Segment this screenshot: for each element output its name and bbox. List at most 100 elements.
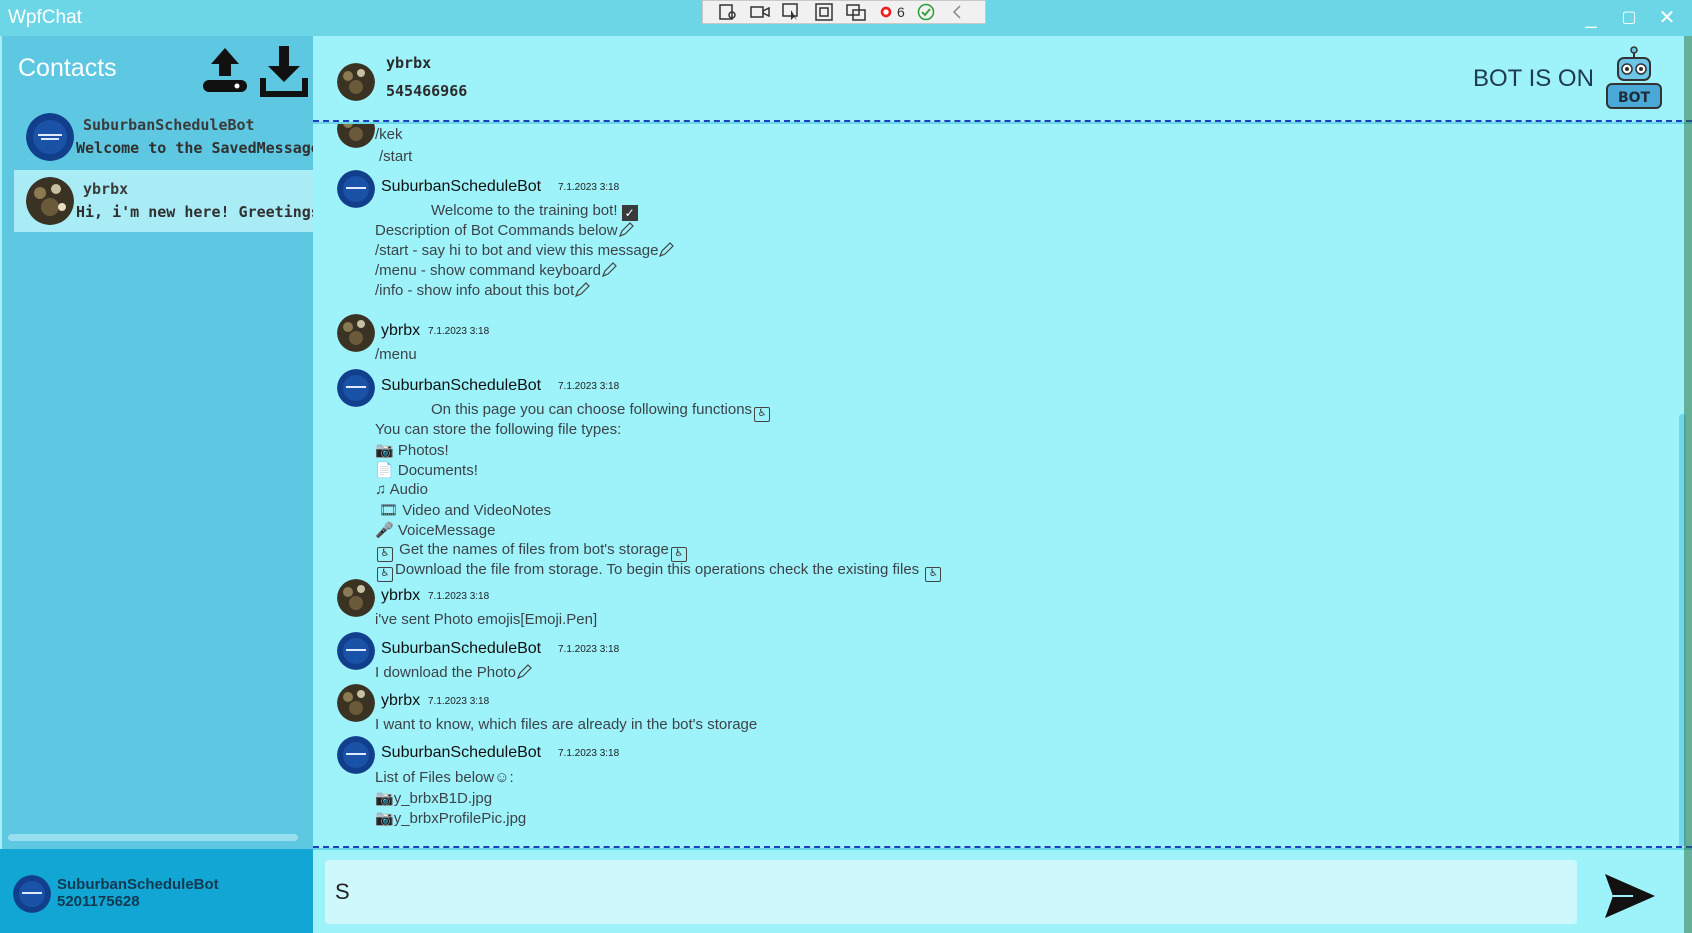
- bot-avatar: [337, 632, 375, 670]
- download-button[interactable]: [258, 42, 310, 98]
- chat-header: ybrbx 545466966 BOT IS ON BOT: [313, 36, 1692, 122]
- music-icon: ♫: [375, 481, 387, 498]
- app-title: WpfChat: [8, 7, 82, 28]
- message-input[interactable]: [325, 860, 1577, 924]
- pencil-icon: [516, 664, 532, 680]
- message-line: List of Files below☺:: [375, 769, 514, 786]
- contact-last-message: Welcome to the SavedMessage: [76, 139, 314, 157]
- pencil-icon: [601, 262, 617, 278]
- robot-icon: BOT: [1606, 46, 1662, 109]
- upload-button[interactable]: [199, 42, 251, 98]
- message-time: 7.1.2023 3:18: [558, 381, 620, 392]
- contact-item-suburbanschedulebot[interactable]: SuburbanScheduleBot Welcome to the Saved…: [14, 106, 314, 168]
- user-avatar: [26, 177, 74, 225]
- account-id: 5201175628: [57, 893, 140, 910]
- bot-avatar: [337, 736, 375, 774]
- contact-name: SuburbanScheduleBot: [83, 116, 255, 134]
- message-line: Welcome to the training bot! ✓: [431, 202, 638, 221]
- account-avatar: [13, 875, 51, 913]
- function-icon: ♿: [754, 407, 771, 422]
- bot-avatar: [337, 369, 375, 407]
- message-line: 📷y_brbxProfilePic.jpg: [375, 810, 527, 827]
- close-button[interactable]: ✕: [1652, 4, 1682, 32]
- sidebar-scrollbar[interactable]: [8, 834, 298, 841]
- message-time: 7.1.2023 3:18: [558, 644, 620, 655]
- upload-icon: [203, 48, 247, 92]
- debug-toolbar: 6: [702, 0, 986, 24]
- pencil-icon: [658, 242, 675, 258]
- message-line: On this page you can choose following fu…: [431, 401, 772, 422]
- message-line: /info - show info about this bot: [375, 282, 591, 299]
- bot-avatar: [26, 113, 74, 161]
- message-time: 7.1.2023 3:18: [428, 696, 490, 707]
- pencil-icon: [574, 282, 591, 298]
- bot-toggle-button[interactable]: BOT: [1601, 46, 1667, 112]
- input-bar: [313, 850, 1692, 933]
- binding-errors-icon: [880, 6, 892, 18]
- message-line: /menu: [375, 346, 417, 363]
- message-line: i've sent Photo emojis[Emoji.Pen]: [375, 611, 598, 628]
- user-avatar: [337, 684, 375, 722]
- download-icon: [260, 46, 308, 97]
- message-sender: SuburbanScheduleBot: [381, 178, 542, 195]
- maximize-button[interactable]: ▢: [1614, 4, 1644, 32]
- message-line: 🎤 VoiceMessage: [375, 522, 496, 539]
- check-icon[interactable]: [915, 2, 937, 22]
- message-time: 7.1.2023 3:18: [428, 326, 490, 337]
- message-line: ♿ Get the names of files from bot's stor…: [375, 541, 689, 562]
- message-sender: SuburbanScheduleBot: [381, 744, 542, 761]
- chat-partner-name: ybrbx: [386, 54, 432, 72]
- message-line: ♿ Download the file from storage. To begi…: [375, 561, 943, 582]
- track-focus-icon[interactable]: [845, 2, 867, 22]
- check-mark-icon: ✓: [621, 205, 638, 221]
- contacts-sidebar: Contacts SuburbanScheduleBot Welcome to …: [0, 36, 314, 849]
- select-element-icon[interactable]: [717, 2, 739, 22]
- pick-icon[interactable]: [781, 2, 803, 22]
- camera-icon: 📷: [375, 790, 394, 807]
- message-line: 🎞 Video and VideoNotes: [379, 502, 551, 519]
- send-arrow-icon: [1605, 874, 1655, 918]
- message-list[interactable]: /kek /start SuburbanScheduleBot 7.1.2023…: [313, 124, 1692, 848]
- message-sender: ybrbx: [381, 322, 421, 339]
- message-time: 7.1.2023 3:18: [558, 182, 620, 193]
- message-line: 📷 Photos!: [375, 442, 449, 459]
- account-name: SuburbanScheduleBot: [57, 876, 219, 893]
- function-icon: ♿: [377, 567, 393, 582]
- document-icon: 📄: [375, 462, 394, 479]
- record-icon[interactable]: [749, 2, 771, 22]
- binding-errors-indicator[interactable]: 6: [877, 4, 905, 20]
- function-icon: ♿: [377, 547, 393, 562]
- user-avatar: [337, 579, 375, 617]
- account-panel: SuburbanScheduleBot 5201175628: [0, 849, 313, 933]
- contact-item-ybrbx[interactable]: ybrbx Hi, i'm new here! Greetings: [14, 170, 314, 232]
- bot-avatar: [337, 170, 375, 208]
- window-edge: [1684, 36, 1692, 933]
- user-avatar: [337, 124, 375, 148]
- robot-icon-label: BOT: [1618, 90, 1651, 106]
- collapse-icon[interactable]: [947, 2, 969, 22]
- message-time: 7.1.2023 3:18: [428, 591, 490, 602]
- message-line: 📄 Documents!: [375, 462, 478, 479]
- frame-icon[interactable]: [813, 2, 835, 22]
- message-line: Description of Bot Commands below: [375, 222, 634, 239]
- message-line: /start: [379, 148, 413, 165]
- contacts-title: Contacts: [18, 54, 117, 82]
- message-line: ♫ Audio: [375, 481, 428, 498]
- window-controls: _ ▢ ✕: [1576, 4, 1682, 32]
- message-sender: SuburbanScheduleBot: [381, 377, 542, 394]
- camera-icon: 📷: [375, 810, 394, 827]
- user-avatar: [337, 314, 375, 352]
- message-sender: ybrbx: [381, 587, 421, 604]
- function-icon: ♿: [925, 567, 942, 582]
- message-line: 📷y_brbxB1D.jpg: [375, 790, 493, 807]
- pencil-icon: [618, 222, 634, 238]
- message-line: I want to know, which files are already …: [375, 716, 758, 733]
- minimize-button[interactable]: _: [1576, 4, 1606, 32]
- chat-partner-avatar: [337, 63, 375, 101]
- microphone-icon: 🎤: [375, 522, 394, 539]
- contact-last-message: Hi, i'm new here! Greetings: [76, 203, 314, 221]
- send-button[interactable]: [1603, 872, 1657, 920]
- message-line: /start - say hi to bot and view this mes…: [375, 242, 675, 259]
- message-time: 7.1.2023 3:18: [558, 748, 620, 759]
- binding-errors-count: 6: [897, 4, 905, 20]
